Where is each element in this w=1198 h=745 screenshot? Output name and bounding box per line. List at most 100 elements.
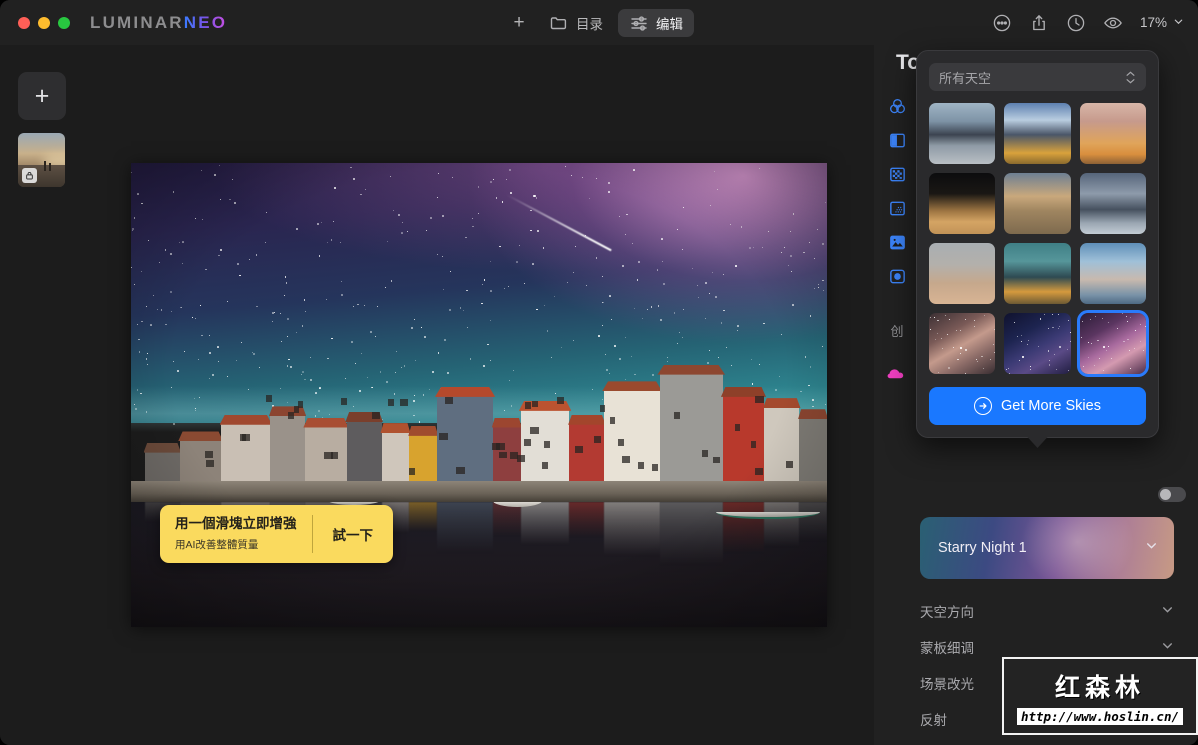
window: [622, 456, 630, 463]
window: [575, 446, 583, 453]
sky-thumbnail[interactable]: [1080, 103, 1146, 164]
color-wheel-icon[interactable]: [886, 95, 908, 117]
logo-neo: NEO: [184, 13, 227, 33]
close-button[interactable]: [18, 17, 30, 29]
promo-title: 用一個滑塊立即增強: [175, 516, 297, 533]
zoom-level-label: 17%: [1140, 15, 1167, 30]
filmstrip-thumbnail[interactable]: [18, 133, 65, 187]
roof: [144, 443, 182, 453]
checkerboard-icon[interactable]: [886, 163, 908, 185]
history-clock-icon[interactable]: [1066, 13, 1086, 33]
roof: [721, 387, 766, 397]
catalog-label: 目录: [576, 13, 603, 33]
lock-icon: [22, 168, 37, 183]
landscape-image-icon[interactable]: [886, 231, 908, 253]
creative-section-label: 创: [890, 321, 903, 340]
get-more-skies-label: Get More Skies: [1001, 398, 1101, 414]
window: [372, 412, 381, 419]
filmstrip-sidebar: +: [0, 45, 84, 745]
accordion-label: 反射: [920, 709, 947, 729]
arrow-right-circle-icon: [974, 397, 992, 415]
add-button[interactable]: +: [504, 9, 534, 37]
sky-thumbnail[interactable]: [1080, 243, 1146, 304]
watermark-url: http://www.hoslin.cn/: [1017, 708, 1183, 725]
share-icon[interactable]: [1029, 13, 1049, 33]
sky-thumbnail-grid: [929, 103, 1146, 374]
pink-cloud-icon[interactable]: [887, 366, 907, 385]
roof: [568, 415, 606, 425]
chevron-down-icon: [1145, 539, 1158, 557]
thumbnail-stars: [1080, 313, 1146, 374]
sky-layer-toggle[interactable]: [1158, 487, 1186, 502]
building: [270, 415, 305, 487]
sky-thumbnail[interactable]: [929, 173, 995, 234]
building: [569, 424, 604, 488]
edit-tab[interactable]: 编辑: [618, 9, 694, 37]
get-more-skies-button[interactable]: Get More Skies: [929, 387, 1146, 425]
window: [266, 395, 272, 402]
sky-thumbnail[interactable]: [1004, 243, 1070, 304]
window: [638, 462, 644, 469]
window: [786, 461, 793, 468]
roof: [303, 418, 348, 428]
roof: [408, 426, 438, 436]
toolbar-right: 17%: [992, 0, 1184, 45]
roof: [602, 381, 662, 391]
edited-photo[interactable]: 用一個滑塊立即增強 用AI改善整體質量 試一下: [131, 163, 827, 627]
selected-sky-preview[interactable]: Starry Night 1: [920, 517, 1174, 579]
window: [557, 397, 564, 404]
sky-filter-dropdown[interactable]: 所有天空: [929, 63, 1146, 91]
window: [205, 451, 213, 458]
window: [324, 452, 332, 459]
building: [799, 418, 827, 488]
sky-thumbnail[interactable]: [1080, 173, 1146, 234]
window: [751, 441, 756, 448]
building: [382, 432, 410, 488]
window: [542, 462, 548, 469]
accordion-row[interactable]: 天空方向: [920, 593, 1174, 629]
sky-thumbnail[interactable]: [1004, 313, 1070, 374]
catalog-tab[interactable]: 目录: [538, 9, 614, 37]
maximize-button[interactable]: [58, 17, 70, 29]
zoom-control[interactable]: 17%: [1140, 15, 1184, 30]
sliders-icon: [629, 13, 649, 33]
window: [445, 397, 452, 404]
accordion-label: 天空方向: [920, 601, 974, 621]
promo-text-block: 用一個滑塊立即增強 用AI改善整體質量: [160, 505, 312, 563]
window: [755, 396, 763, 403]
more-circle-icon[interactable]: [992, 13, 1012, 33]
accordion-row[interactable]: 天空调整: [920, 737, 1174, 745]
split-panel-icon[interactable]: [886, 129, 908, 151]
window: [532, 401, 538, 408]
roof: [380, 423, 410, 433]
sky-thumbnail[interactable]: [929, 243, 995, 304]
townscape: [131, 349, 827, 488]
sky-thumbnail[interactable]: [1080, 313, 1146, 374]
window: [439, 433, 448, 440]
window: [594, 436, 602, 443]
roof: [657, 365, 725, 375]
accordion-label: 蒙板细调: [920, 637, 974, 657]
eye-preview-icon[interactable]: [1103, 13, 1123, 33]
thumbnail-stars: [929, 313, 995, 374]
window: [206, 460, 214, 467]
sky-thumbnail[interactable]: [929, 313, 995, 374]
add-image-button[interactable]: +: [18, 72, 66, 120]
dotted-square-icon[interactable]: [886, 197, 908, 219]
building: [660, 374, 723, 488]
selected-sky-label: Starry Night 1: [920, 540, 1027, 556]
title-bar: LUMINARNEO + 目录: [0, 0, 1198, 45]
roof: [178, 431, 223, 441]
window: [735, 424, 740, 431]
roof: [435, 387, 495, 397]
promo-subtitle: 用AI改善整體質量: [175, 537, 297, 552]
window: [600, 405, 606, 412]
promo-banner[interactable]: 用一個滑塊立即增強 用AI改善整體質量 試一下: [160, 505, 393, 563]
sky-thumbnail[interactable]: [929, 103, 995, 164]
circle-mask-icon[interactable]: [886, 265, 908, 287]
sky-thumbnail[interactable]: [1004, 173, 1070, 234]
sky-thumbnail[interactable]: [1004, 103, 1070, 164]
promo-action-button[interactable]: 試一下: [313, 505, 394, 563]
minimize-button[interactable]: [38, 17, 50, 29]
thumbnail-figure: [49, 163, 51, 171]
